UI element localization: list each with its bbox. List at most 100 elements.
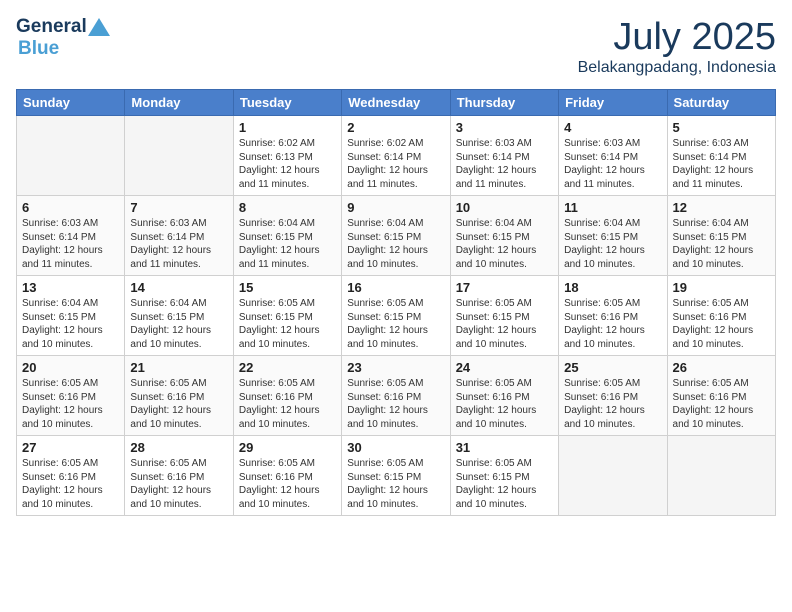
day-info: Sunrise: 6:03 AMSunset: 6:14 PMDaylight:… bbox=[130, 217, 227, 271]
weekday-header: Wednesday bbox=[342, 90, 450, 116]
day-info: Sunrise: 6:05 AMSunset: 6:15 PMDaylight:… bbox=[347, 457, 444, 511]
day-info: Sunrise: 6:05 AMSunset: 6:16 PMDaylight:… bbox=[130, 457, 227, 511]
title-block: July 2025 Belakangpadang, Indonesia bbox=[578, 16, 776, 77]
day-number: 1 bbox=[239, 120, 336, 135]
day-info: Sunrise: 6:02 AMSunset: 6:13 PMDaylight:… bbox=[239, 137, 336, 191]
calendar-cell: 23 Sunrise: 6:05 AMSunset: 6:16 PMDayligh… bbox=[342, 356, 450, 436]
calendar-cell: 15 Sunrise: 6:05 AMSunset: 6:15 PMDayligh… bbox=[233, 276, 341, 356]
weekday-header: Friday bbox=[559, 90, 667, 116]
calendar-cell: 7 Sunrise: 6:03 AMSunset: 6:14 PMDaylight… bbox=[125, 196, 233, 276]
day-info: Sunrise: 6:03 AMSunset: 6:14 PMDaylight:… bbox=[564, 137, 661, 191]
day-number: 12 bbox=[673, 200, 770, 215]
day-info: Sunrise: 6:05 AMSunset: 6:16 PMDaylight:… bbox=[22, 457, 119, 511]
day-number: 26 bbox=[673, 360, 770, 375]
day-info: Sunrise: 6:04 AMSunset: 6:15 PMDaylight:… bbox=[564, 217, 661, 271]
day-info: Sunrise: 6:05 AMSunset: 6:16 PMDaylight:… bbox=[239, 457, 336, 511]
day-number: 31 bbox=[456, 440, 553, 455]
day-number: 4 bbox=[564, 120, 661, 135]
day-info: Sunrise: 6:05 AMSunset: 6:16 PMDaylight:… bbox=[456, 377, 553, 431]
day-number: 11 bbox=[564, 200, 661, 215]
calendar-cell: 16Sunrise: 6:05 AMSunset: 6:15 PMDayligh… bbox=[342, 276, 450, 356]
weekday-header: Saturday bbox=[667, 90, 775, 116]
logo: General Blue bbox=[16, 16, 111, 60]
calendar-cell bbox=[667, 436, 775, 516]
logo-general: General bbox=[16, 16, 87, 38]
day-info: Sunrise: 6:04 AMSunset: 6:15 PMDaylight:… bbox=[347, 217, 444, 271]
calendar-cell: 5 Sunrise: 6:03 AMSunset: 6:14 PMDaylight… bbox=[667, 116, 775, 196]
day-info: Sunrise: 6:05 AMSunset: 6:16 PMDaylight:… bbox=[564, 377, 661, 431]
calendar-cell: 20Sunrise: 6:05 AMSunset: 6:16 PMDayligh… bbox=[17, 356, 125, 436]
calendar-table: SundayMondayTuesdayWednesdayThursdayFrid… bbox=[16, 89, 776, 516]
calendar-cell: 10Sunrise: 6:04 AMSunset: 6:15 PMDayligh… bbox=[450, 196, 558, 276]
calendar-week-row: 27 Sunrise: 6:05 AMSunset: 6:16 PMDayligh… bbox=[17, 436, 776, 516]
calendar-cell: 19 Sunrise: 6:05 AMSunset: 6:16 PMDayligh… bbox=[667, 276, 775, 356]
calendar-week-row: 6 Sunrise: 6:03 AMSunset: 6:14 PMDaylight… bbox=[17, 196, 776, 276]
calendar-cell: 13 Sunrise: 6:04 AMSunset: 6:15 PMDayligh… bbox=[17, 276, 125, 356]
day-info: Sunrise: 6:04 AMSunset: 6:15 PMDaylight:… bbox=[22, 297, 119, 351]
day-number: 19 bbox=[673, 280, 770, 295]
page-header: General Blue July 2025 Belakangpadang, I… bbox=[16, 16, 776, 77]
calendar-cell: 1 Sunrise: 6:02 AMSunset: 6:13 PMDaylight… bbox=[233, 116, 341, 196]
calendar-cell: 30 Sunrise: 6:05 AMSunset: 6:15 PMDayligh… bbox=[342, 436, 450, 516]
calendar-cell: 28Sunrise: 6:05 AMSunset: 6:16 PMDayligh… bbox=[125, 436, 233, 516]
logo-blue: Blue bbox=[18, 38, 59, 59]
calendar-cell bbox=[125, 116, 233, 196]
calendar-cell: 14 Sunrise: 6:04 AMSunset: 6:15 PMDayligh… bbox=[125, 276, 233, 356]
calendar-cell: 21 Sunrise: 6:05 AMSunset: 6:16 PMDayligh… bbox=[125, 356, 233, 436]
day-number: 5 bbox=[673, 120, 770, 135]
month-title: July 2025 bbox=[578, 16, 776, 59]
calendar-week-row: 1 Sunrise: 6:02 AMSunset: 6:13 PMDaylight… bbox=[17, 116, 776, 196]
calendar-cell bbox=[17, 116, 125, 196]
day-info: Sunrise: 6:05 AMSunset: 6:16 PMDaylight:… bbox=[130, 377, 227, 431]
day-info: Sunrise: 6:05 AMSunset: 6:16 PMDaylight:… bbox=[673, 297, 770, 351]
day-number: 6 bbox=[22, 200, 119, 215]
calendar-cell: 17 Sunrise: 6:05 AMSunset: 6:15 PMDayligh… bbox=[450, 276, 558, 356]
location-title: Belakangpadang, Indonesia bbox=[578, 59, 776, 77]
calendar-week-row: 13 Sunrise: 6:04 AMSunset: 6:15 PMDayligh… bbox=[17, 276, 776, 356]
day-number: 3 bbox=[456, 120, 553, 135]
calendar-cell: 22 Sunrise: 6:05 AMSunset: 6:16 PMDayligh… bbox=[233, 356, 341, 436]
day-number: 7 bbox=[130, 200, 227, 215]
day-number: 24 bbox=[456, 360, 553, 375]
day-number: 25 bbox=[564, 360, 661, 375]
weekday-header-row: SundayMondayTuesdayWednesdayThursdayFrid… bbox=[17, 90, 776, 116]
day-number: 9 bbox=[347, 200, 444, 215]
day-number: 8 bbox=[239, 200, 336, 215]
day-info: Sunrise: 6:05 AMSunset: 6:16 PMDaylight:… bbox=[347, 377, 444, 431]
day-info: Sunrise: 6:03 AMSunset: 6:14 PMDaylight:… bbox=[673, 137, 770, 191]
day-number: 22 bbox=[239, 360, 336, 375]
day-info: Sunrise: 6:04 AMSunset: 6:15 PMDaylight:… bbox=[239, 217, 336, 271]
day-number: 14 bbox=[130, 280, 227, 295]
day-number: 2 bbox=[347, 120, 444, 135]
day-number: 27 bbox=[22, 440, 119, 455]
day-number: 17 bbox=[456, 280, 553, 295]
day-number: 16 bbox=[347, 280, 444, 295]
calendar-cell: 29Sunrise: 6:05 AMSunset: 6:16 PMDayligh… bbox=[233, 436, 341, 516]
calendar-cell: 26Sunrise: 6:05 AMSunset: 6:16 PMDayligh… bbox=[667, 356, 775, 436]
calendar-cell: 25 Sunrise: 6:05 AMSunset: 6:16 PMDayligh… bbox=[559, 356, 667, 436]
calendar-cell: 8 Sunrise: 6:04 AMSunset: 6:15 PMDaylight… bbox=[233, 196, 341, 276]
day-info: Sunrise: 6:04 AMSunset: 6:15 PMDaylight:… bbox=[130, 297, 227, 351]
day-info: Sunrise: 6:05 AMSunset: 6:15 PMDaylight:… bbox=[239, 297, 336, 351]
calendar-cell: 31 Sunrise: 6:05 AMSunset: 6:15 PMDayligh… bbox=[450, 436, 558, 516]
day-info: Sunrise: 6:05 AMSunset: 6:15 PMDaylight:… bbox=[456, 297, 553, 351]
day-number: 20 bbox=[22, 360, 119, 375]
day-number: 21 bbox=[130, 360, 227, 375]
day-number: 15 bbox=[239, 280, 336, 295]
day-info: Sunrise: 6:02 AMSunset: 6:14 PMDaylight:… bbox=[347, 137, 444, 191]
weekday-header: Thursday bbox=[450, 90, 558, 116]
day-info: Sunrise: 6:05 AMSunset: 6:15 PMDaylight:… bbox=[456, 457, 553, 511]
day-number: 30 bbox=[347, 440, 444, 455]
calendar-cell: 27 Sunrise: 6:05 AMSunset: 6:16 PMDayligh… bbox=[17, 436, 125, 516]
day-info: Sunrise: 6:05 AMSunset: 6:16 PMDaylight:… bbox=[239, 377, 336, 431]
calendar-cell: 9 Sunrise: 6:04 AMSunset: 6:15 PMDaylight… bbox=[342, 196, 450, 276]
day-number: 23 bbox=[347, 360, 444, 375]
logo-icon bbox=[88, 18, 110, 36]
day-info: Sunrise: 6:04 AMSunset: 6:15 PMDaylight:… bbox=[456, 217, 553, 271]
calendar-cell: 6Sunrise: 6:03 AMSunset: 6:14 PMDaylight… bbox=[17, 196, 125, 276]
calendar-cell: 11 Sunrise: 6:04 AMSunset: 6:15 PMDayligh… bbox=[559, 196, 667, 276]
calendar-cell: 24 Sunrise: 6:05 AMSunset: 6:16 PMDayligh… bbox=[450, 356, 558, 436]
calendar-cell: 2 Sunrise: 6:02 AMSunset: 6:14 PMDaylight… bbox=[342, 116, 450, 196]
weekday-header: Monday bbox=[125, 90, 233, 116]
day-number: 13 bbox=[22, 280, 119, 295]
